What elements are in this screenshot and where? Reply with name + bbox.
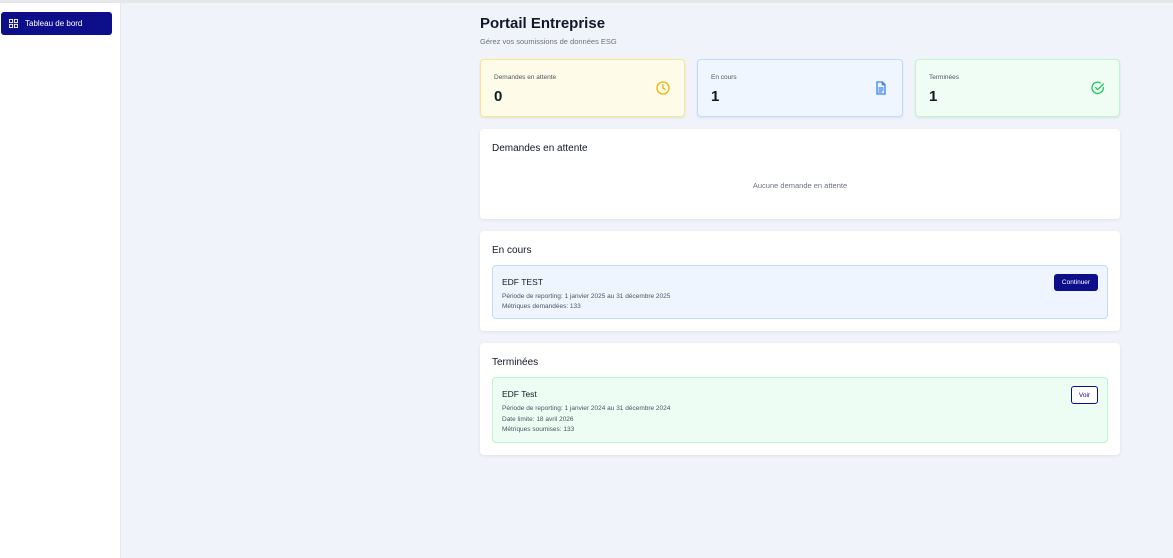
section-title: Demandes en attente: [492, 143, 588, 154]
view-button[interactable]: Voir: [1071, 386, 1098, 404]
pending-requests-section: Demandes en attente Aucune demande en at…: [480, 129, 1120, 219]
stat-label: Demandes en attente: [494, 74, 557, 81]
dashboard-grid-icon: [9, 19, 18, 28]
stat-label: Terminées: [929, 74, 959, 81]
clock-icon: [656, 81, 670, 95]
stat-card-completed: Terminées 1: [915, 59, 1120, 117]
request-period: Période de reporting: 1 janvier 2024 au …: [502, 405, 671, 412]
sidebar: Tableau de bord: [0, 3, 121, 558]
top-border: [0, 0, 1173, 3]
empty-state-text: Aucune demande en attente: [752, 181, 848, 190]
section-title: En cours: [492, 245, 532, 256]
stat-value: 1: [711, 88, 720, 105]
section-title: Terminées: [492, 357, 539, 368]
stat-card-in-progress: En cours 1: [697, 59, 903, 117]
request-name: EDF TEST: [502, 277, 543, 287]
request-card: EDF TEST Période de reporting: 1 janvier…: [492, 265, 1108, 319]
check-circle-icon: [1091, 81, 1105, 95]
in-progress-section: En cours EDF TEST Période de reporting: …: [480, 231, 1120, 331]
sidebar-item-label: Tableau de bord: [25, 19, 83, 28]
request-card: EDF Test Période de reporting: 1 janvier…: [492, 377, 1108, 443]
page-title: Portail Entreprise: [480, 15, 606, 32]
continue-button[interactable]: Continuer: [1054, 274, 1098, 291]
completed-section: Terminées EDF Test Période de reporting:…: [480, 343, 1120, 455]
stat-card-pending: Demandes en attente 0: [480, 59, 685, 117]
document-icon: [876, 81, 886, 95]
request-period: Période de reporting: 1 janvier 2025 au …: [502, 293, 671, 300]
request-metrics: Métriques soumises: 133: [502, 426, 575, 433]
page-subtitle: Gérez vos soumissions de données ESG: [480, 37, 617, 46]
request-name: EDF Test: [502, 389, 537, 399]
request-metrics: Métriques demandées: 133: [502, 303, 581, 310]
request-deadline: Date limite: 18 avril 2026: [502, 416, 574, 423]
stat-label: En cours: [711, 74, 737, 81]
stat-value: 0: [494, 88, 503, 105]
stat-value: 1: [929, 88, 938, 105]
sidebar-item-dashboard[interactable]: Tableau de bord: [1, 12, 112, 35]
